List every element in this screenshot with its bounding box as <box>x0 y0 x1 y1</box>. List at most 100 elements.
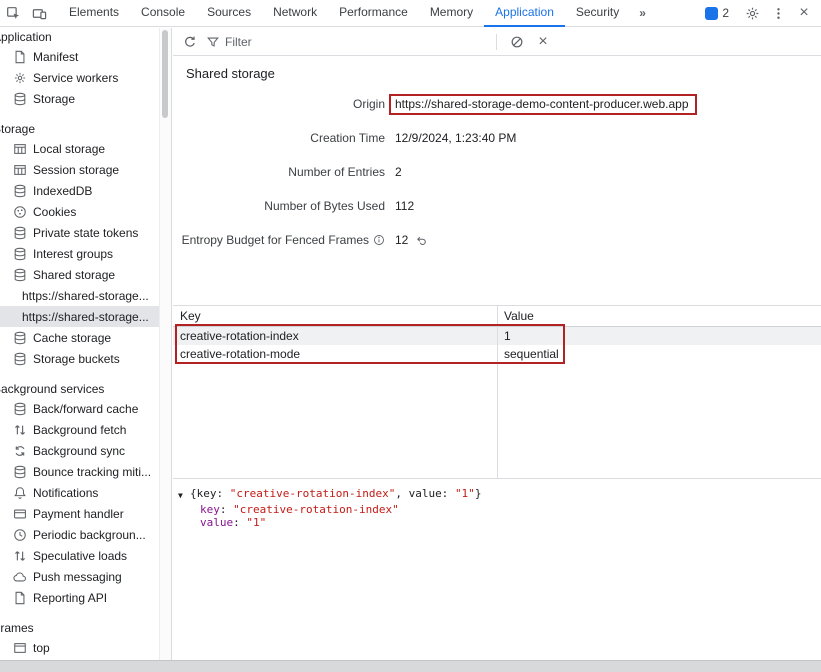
sidebar-item-background-fetch[interactable]: Background fetch <box>0 419 171 440</box>
report-row-creation-time: Creation Time 12/9/2024, 1:23:40 PM <box>173 121 821 155</box>
scrollbar-thumb[interactable] <box>162 30 168 118</box>
sidebar-item-storage-buckets[interactable]: Storage buckets <box>0 348 171 369</box>
database-icon <box>12 183 27 198</box>
sidebar-scrollbar[interactable] <box>159 28 171 660</box>
sidebar-item-service-workers[interactable]: Service workers <box>0 67 171 88</box>
sidebar-item-top[interactable]: top <box>0 637 171 658</box>
sidebar-item-background-sync[interactable]: Background sync <box>0 440 171 461</box>
tab-sources[interactable]: Sources <box>196 0 262 27</box>
clock-icon <box>12 527 27 542</box>
column-header-key[interactable]: Key <box>173 309 497 323</box>
clear-all-icon[interactable] <box>504 29 530 55</box>
report-row-number-of-bytes-used: Number of Bytes Used 112 <box>173 189 821 223</box>
shared-storage-metadata: Shared storage Originhttps://shared-stor… <box>173 56 821 305</box>
sidebar-item-label: Periodic backgroun... <box>33 528 146 542</box>
sidebar-item-back-forward-cache[interactable]: Back/forward cache <box>0 398 171 419</box>
sidebar-item-https-shared-storage[interactable]: https://shared-storage... <box>0 285 171 306</box>
field-value-text: 12/9/2024, 1:23:40 PM <box>395 131 516 145</box>
frame-icon <box>12 640 27 655</box>
tab-console[interactable]: Console <box>130 0 196 27</box>
column-header-value[interactable]: Value <box>497 309 821 323</box>
cell-value: sequential <box>497 347 821 361</box>
bell-icon <box>12 485 27 500</box>
field-value: 112 <box>395 199 821 213</box>
sidebar-item-indexeddb[interactable]: IndexedDB <box>0 180 171 201</box>
field-value: 2 <box>395 165 821 179</box>
field-label-text: Number of Bytes Used <box>264 199 385 213</box>
shared-storage-panel: × Shared storage Originhttps://shared-st… <box>173 28 821 660</box>
sidebar-item-push-messaging[interactable]: Push messaging <box>0 566 171 587</box>
sidebar-item-label: Cache storage <box>33 331 111 345</box>
sidebar-item-label: Bounce tracking miti... <box>33 465 151 479</box>
sidebar-item-label: Storage buckets <box>33 352 120 366</box>
sidebar-item-label: IndexedDB <box>33 184 92 198</box>
field-label: Creation Time <box>173 131 385 145</box>
settings-gear-icon[interactable] <box>739 0 765 26</box>
sidebar-item-local-storage[interactable]: Local storage <box>0 138 171 159</box>
sidebar-item-payment-handler[interactable]: Payment handler <box>0 503 171 524</box>
field-value: 12 <box>395 233 821 247</box>
tab-network[interactable]: Network <box>262 0 328 27</box>
tab-performance[interactable]: Performance <box>328 0 419 27</box>
sidebar-item-https-shared-storage[interactable]: https://shared-storage... <box>0 306 171 327</box>
tab-application[interactable]: Application <box>484 0 565 27</box>
close-devtools-icon[interactable]: × <box>791 0 817 26</box>
sidebar-item-label: Background sync <box>33 444 125 458</box>
more-options-icon[interactable] <box>765 0 791 26</box>
sidebar-item-label: Shared storage <box>33 268 115 282</box>
preview-expanded-object[interactable]: ▼ {key: "creative-rotation-index", value… <box>178 487 813 503</box>
sidebar-item-cookies[interactable]: Cookies <box>0 201 171 222</box>
sidebar-item-interest-groups[interactable]: Interest groups <box>0 243 171 264</box>
reset-budget-button[interactable] <box>415 234 428 247</box>
section-title-storage: Storage <box>0 121 171 138</box>
sidebar-item-private-state-tokens[interactable]: Private state tokens <box>0 222 171 243</box>
sidebar-item-reporting-api[interactable]: Reporting API <box>0 587 171 608</box>
delete-selected-icon[interactable]: × <box>530 29 556 55</box>
field-label: Number of Entries <box>173 165 385 179</box>
sidebar-item-label: Session storage <box>33 163 119 177</box>
sidebar-item-storage[interactable]: Storage <box>0 88 171 109</box>
sidebar-item-shared-storage[interactable]: Shared storage <box>0 264 171 285</box>
sidebar-item-label: Manifest <box>33 50 78 64</box>
refresh-icon[interactable] <box>177 29 203 55</box>
sidebar-item-label: Push messaging <box>33 570 122 584</box>
database-icon <box>12 351 27 366</box>
sidebar-item-label: Storage <box>33 92 75 106</box>
sidebar-item-label: https://shared-storage... <box>22 289 149 303</box>
cookie-icon <box>12 204 27 219</box>
sidebar-item-bounce-tracking-miti[interactable]: Bounce tracking miti... <box>0 461 171 482</box>
filter-input[interactable] <box>223 34 489 50</box>
tab-memory[interactable]: Memory <box>419 0 484 27</box>
preview-string-segment: "creative-rotation-index" <box>230 487 396 500</box>
tab-security[interactable]: Security <box>565 0 630 27</box>
payment-card-icon <box>12 506 27 521</box>
sidebar-item-periodic-backgroun[interactable]: Periodic backgroun... <box>0 524 171 545</box>
inspect-element-icon[interactable] <box>0 0 26 26</box>
sidebar-item-manifest[interactable]: Manifest <box>0 46 171 67</box>
database-icon <box>12 246 27 261</box>
device-toolbar-icon[interactable] <box>26 0 52 26</box>
entries-table: Key Value creative-rotation-index1creati… <box>173 305 821 478</box>
issues-badge[interactable]: 2 <box>705 6 729 20</box>
cloud-icon <box>12 569 27 584</box>
updown-arrows-icon <box>12 422 27 437</box>
more-tabs-chevron[interactable]: » <box>630 6 655 20</box>
info-icon[interactable] <box>373 234 385 246</box>
sidebar-item-cache-storage[interactable]: Cache storage <box>0 327 171 348</box>
report-row-origin: Originhttps://shared-storage-demo-conten… <box>173 87 821 121</box>
tab-elements[interactable]: Elements <box>58 0 130 27</box>
annotated-origin-value: https://shared-storage-demo-content-prod… <box>389 94 697 115</box>
field-value-text: 2 <box>395 165 402 179</box>
sidebar-item-session-storage[interactable]: Session storage <box>0 159 171 180</box>
sidebar-item-speculative-loads[interactable]: Speculative loads <box>0 545 171 566</box>
object-preview: {key: "creative-rotation-index", value: … <box>190 487 481 501</box>
preview-plain-segment: {key: <box>190 487 230 500</box>
database-icon <box>12 225 27 240</box>
report-row-entropy-budget-for-fenced-frames: Entropy Budget for Fenced Frames 12 <box>173 223 821 257</box>
window-bottom-edge <box>0 660 821 672</box>
property-value: "1" <box>246 516 266 529</box>
field-label: Number of Bytes Used <box>173 199 385 213</box>
collapse-triangle-icon[interactable]: ▼ <box>178 487 190 503</box>
field-label: Entropy Budget for Fenced Frames <box>173 233 385 247</box>
sidebar-item-notifications[interactable]: Notifications <box>0 482 171 503</box>
